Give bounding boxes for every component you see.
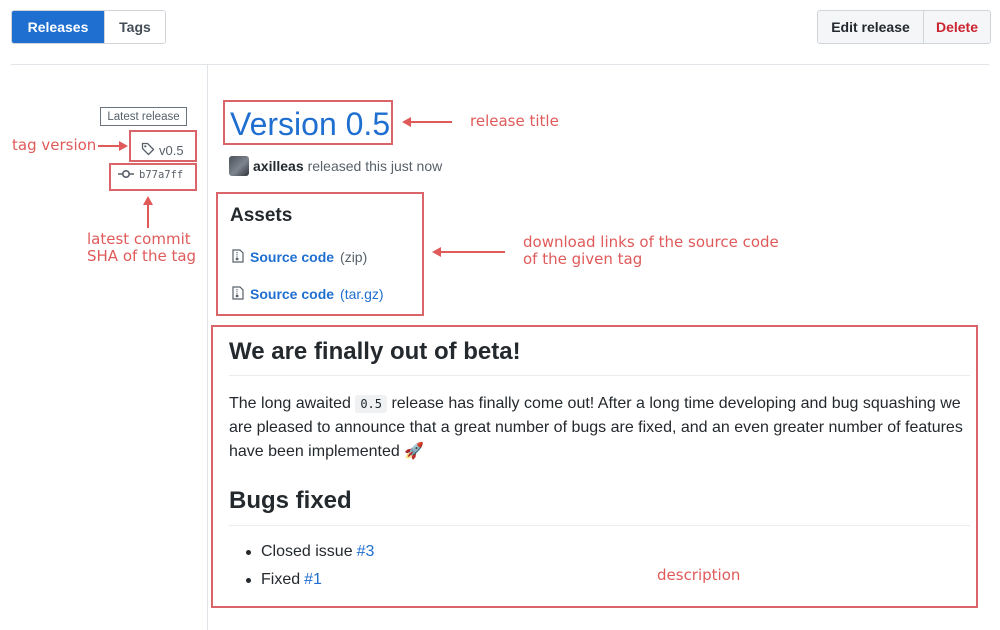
latest-release-badge: Latest release xyxy=(100,107,187,126)
commit-annotation-box xyxy=(109,163,197,191)
tab-releases[interactable]: Releases xyxy=(12,11,104,43)
release-byline: axilleas released this just now xyxy=(229,156,442,176)
release-actions: Edit release Delete xyxy=(817,10,991,44)
tab-tags[interactable]: Tags xyxy=(104,11,165,43)
annotation-latest-commit-1: latest commit xyxy=(87,230,191,248)
released-text: released this just now xyxy=(307,158,443,174)
annotation-release-title: release title xyxy=(470,112,559,130)
sidebar-divider xyxy=(207,65,208,630)
title-annotation-box xyxy=(223,100,393,145)
tag-version-annotation-box xyxy=(129,130,197,162)
edit-release-button[interactable]: Edit release xyxy=(818,11,923,43)
description-annotation-box xyxy=(211,325,978,608)
delete-button[interactable]: Delete xyxy=(923,11,990,43)
annotation-tag-version: tag version xyxy=(12,136,97,154)
annotation-latest-commit-2: SHA of the tag xyxy=(87,247,197,265)
assets-annotation-box xyxy=(216,192,424,316)
release-tabs: Releases Tags xyxy=(11,10,166,44)
author-link[interactable]: axilleas xyxy=(253,158,304,174)
header-divider xyxy=(11,64,989,65)
annotation-download-1: download links of the source code xyxy=(523,233,779,251)
annotation-download-2: of the given tag xyxy=(523,250,643,268)
annotation-description: description xyxy=(657,566,741,584)
avatar[interactable] xyxy=(229,156,249,176)
